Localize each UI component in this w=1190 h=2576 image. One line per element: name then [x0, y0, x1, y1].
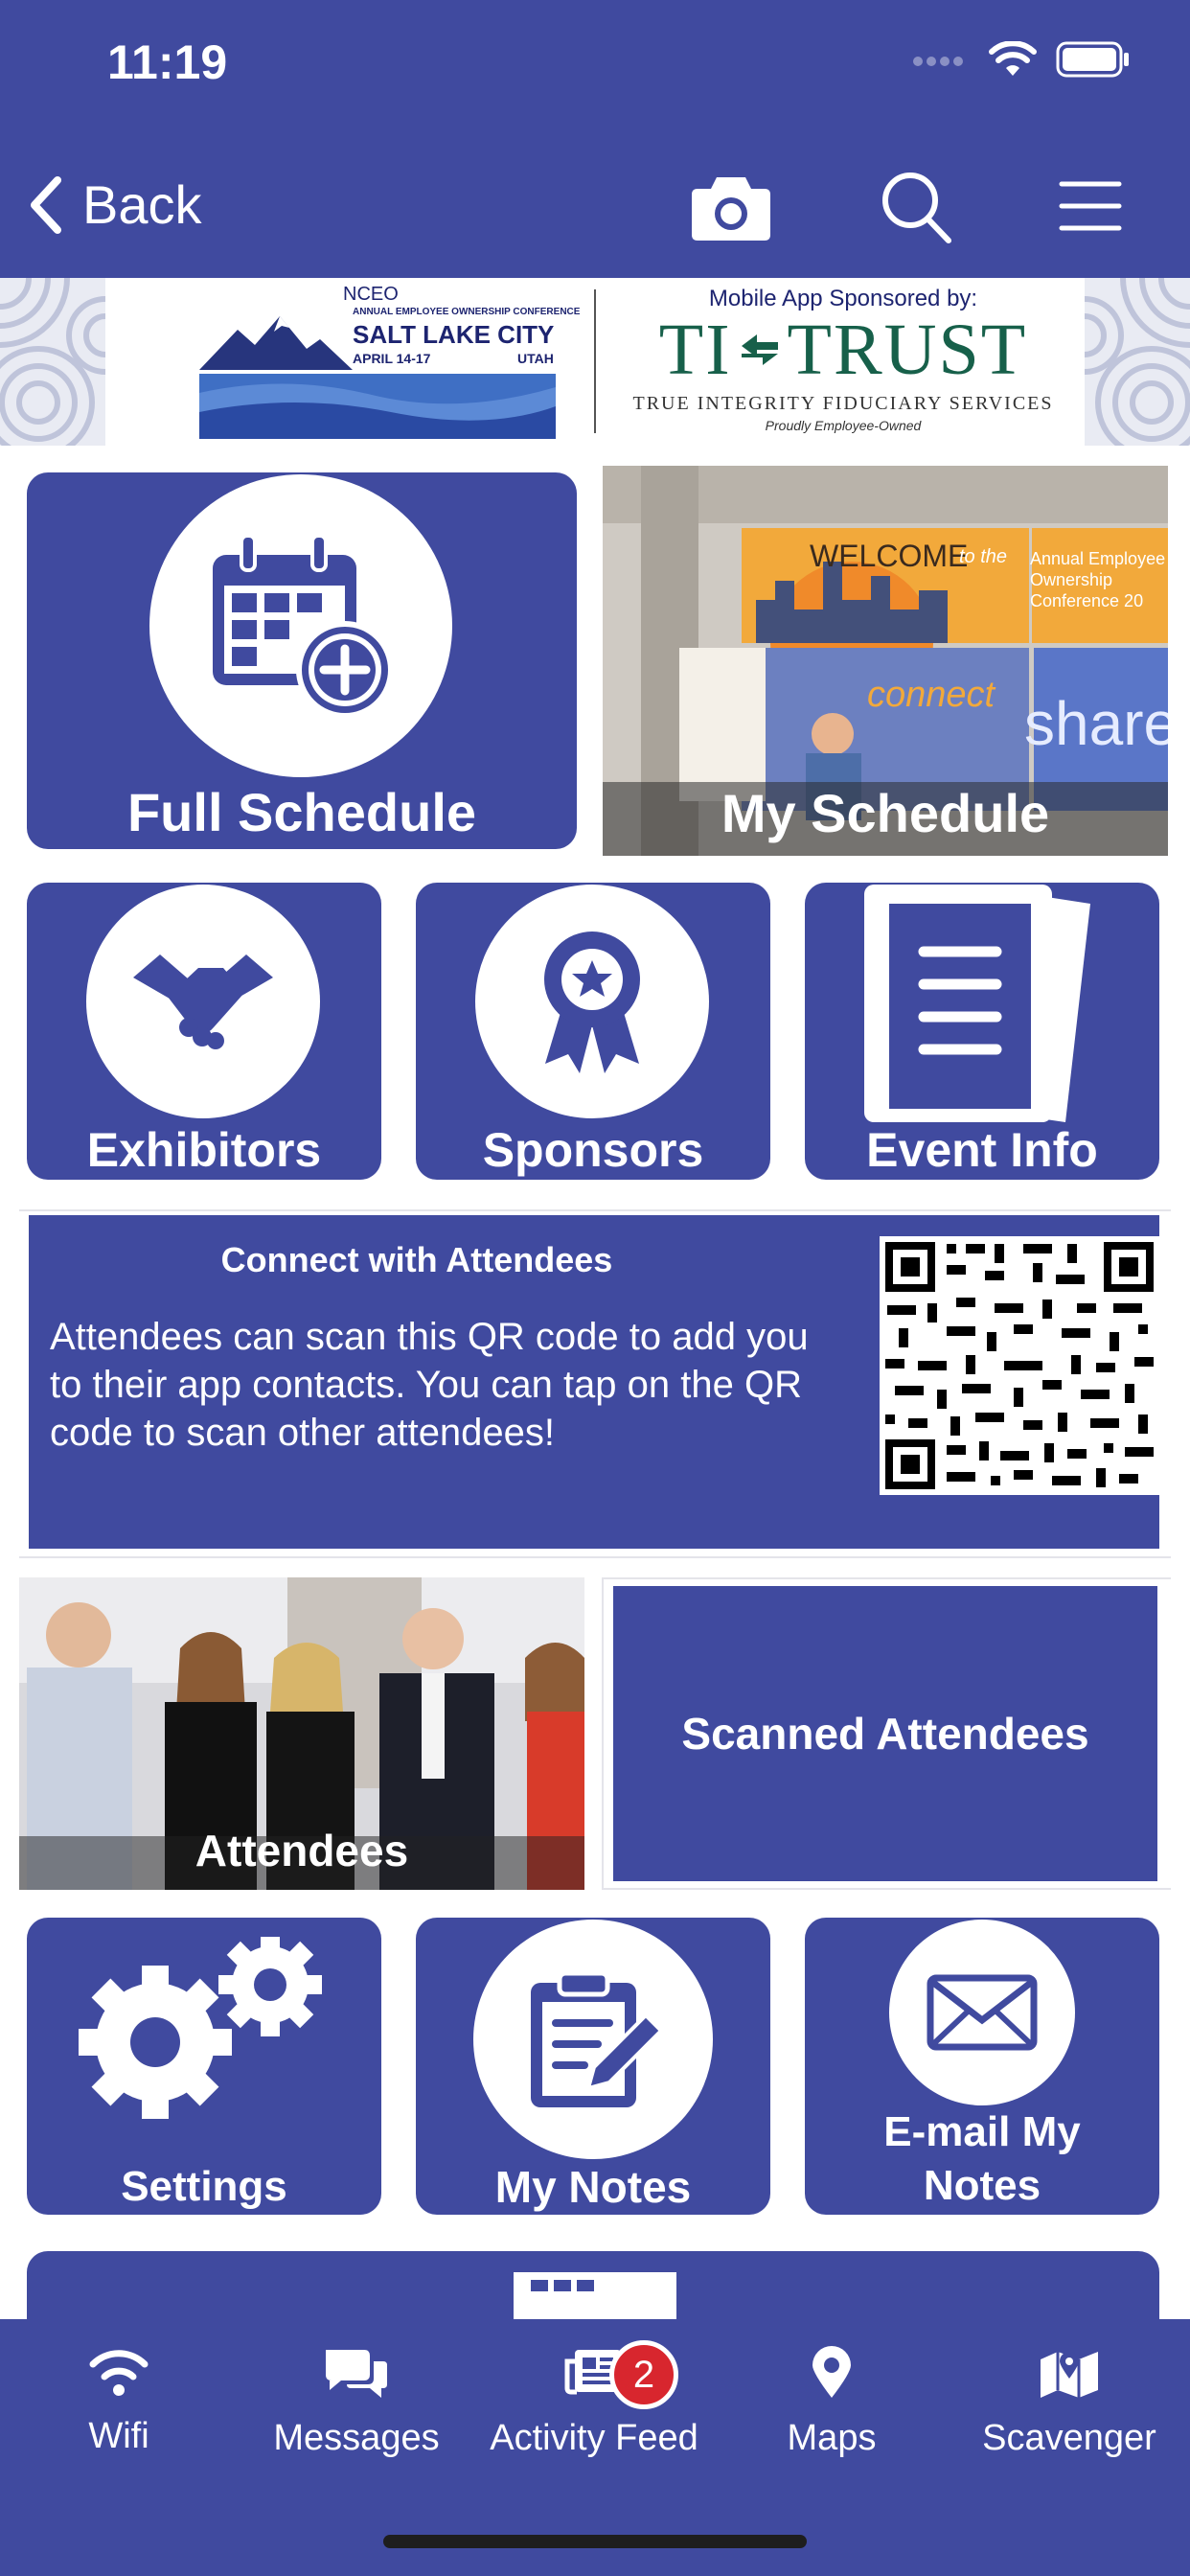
qr-panel-title: Connect with Attendees: [220, 1240, 613, 1279]
sponsor-subline: Proudly Employee-Owned: [765, 418, 922, 433]
banner-content: NCEO ANNUAL EMPLOYEE OWNERSHIP CONFERENC…: [105, 278, 1085, 446]
my-schedule-tile[interactable]: WELCOME to the Annual Employee Ownership…: [603, 466, 1168, 856]
waves-graphic: [199, 374, 556, 439]
event-info-label: Event Info: [866, 1123, 1098, 1177]
documents-icon: [864, 885, 1090, 1122]
sign-right: Annual Employee Ownership Conference 20: [1030, 549, 1166, 610]
chevron-left-icon: [31, 175, 61, 234]
banner-divider: [594, 289, 596, 433]
my-schedule-label: My Schedule: [721, 783, 1050, 843]
camera-icon[interactable]: [690, 168, 772, 244]
tab-wifi[interactable]: Wifi: [0, 2346, 238, 2457]
map-pin-icon: [812, 2346, 851, 2398]
state-label: UTAH: [517, 351, 554, 366]
back-button[interactable]: Back: [27, 173, 202, 236]
qr-code-graphic: [885, 1242, 1154, 1489]
sponsor-name-left: TI: [658, 309, 732, 390]
scanned-attendees-tile[interactable]: Scanned Attendees: [613, 1586, 1157, 1881]
search-icon[interactable]: [880, 168, 954, 244]
battery-icon: [1056, 41, 1129, 78]
my-notes-tile[interactable]: My Notes: [416, 1918, 770, 2215]
tab-messages[interactable]: Messages: [238, 2346, 475, 2459]
tab-activity-feed-label: Activity Feed: [490, 2418, 698, 2458]
nceo-label: NCEO: [343, 284, 399, 305]
tab-activity-feed[interactable]: 2 Activity Feed: [475, 2340, 713, 2459]
email-notes-label: E-mail My Notes: [883, 2108, 1081, 2209]
email-notes-circle: [889, 1920, 1075, 2105]
status-time: 11:19: [107, 35, 228, 89]
share-sign: share: [1024, 689, 1168, 758]
status-icons: [912, 40, 1133, 79]
messages-icon: [326, 2350, 387, 2398]
attendees-label: Attendees: [195, 1826, 409, 1875]
gears-icon: [79, 1937, 322, 2119]
sponsor-name-right: TRUST: [787, 309, 1028, 390]
back-label: Back: [82, 174, 202, 235]
full-schedule-label: Full Schedule: [126, 782, 477, 842]
sponsor-banner[interactable]: NCEO ANNUAL EMPLOYEE OWNERSHIP CONFERENC…: [0, 278, 1190, 446]
qr-code[interactable]: [880, 1236, 1159, 1495]
exhibitors-circle: [86, 885, 320, 1118]
my-notes-label: My Notes: [494, 2162, 692, 2212]
handshake-icon: [133, 954, 273, 1049]
notes-pencil-icon: [531, 1970, 664, 2107]
welcome-sign: WELCOME: [810, 539, 969, 573]
connect-sign: connect: [867, 675, 995, 715]
exhibitors-label: Exhibitors: [86, 1123, 322, 1177]
settings-tile[interactable]: Settings: [27, 1918, 381, 2215]
full-schedule-circle: [149, 474, 452, 777]
envelope-icon: [927, 1974, 1038, 2051]
to-the-sign: to the: [959, 546, 1008, 567]
arrows-icon: [741, 334, 778, 365]
sponsor-tagline: TRUE INTEGRITY FIDUCIARY SERVICES: [632, 393, 1054, 414]
award-ribbon-icon: [544, 932, 640, 1073]
conference-line: ANNUAL EMPLOYEE OWNERSHIP CONFERENCE: [353, 307, 581, 317]
swirl-pattern-left: [0, 278, 105, 446]
sponsor-logo: TI TRUST: [623, 310, 1064, 390]
attendees-tile[interactable]: Attendees: [19, 1577, 584, 1890]
event-info-tile[interactable]: Event Info: [805, 883, 1159, 1180]
menu-icon[interactable]: [1059, 179, 1122, 233]
status-bar: 11:19: [0, 0, 1190, 139]
wifi-icon: [89, 2350, 149, 2396]
conference-logo: NCEO ANNUAL EMPLOYEE OWNERSHIP CONFERENC…: [199, 282, 580, 441]
section-divider-2: [19, 1556, 1171, 1558]
wifi-status-icon: [989, 41, 1037, 76]
tab-wifi-label: Wifi: [88, 2416, 149, 2456]
tab-scavenger[interactable]: Scavenger: [950, 2346, 1188, 2459]
city-label: SALT LAKE CITY: [353, 320, 555, 349]
connect-attendees-panel: Connect with Attendees Attendees can sca…: [29, 1215, 1159, 1549]
sponsors-label: Sponsors: [482, 1123, 704, 1177]
sponsors-circle: [475, 885, 709, 1118]
sponsors-tile[interactable]: Sponsors: [416, 883, 770, 1180]
tab-maps[interactable]: Maps: [713, 2346, 950, 2459]
tab-messages-label: Messages: [273, 2418, 440, 2458]
exhibitors-tile[interactable]: Exhibitors: [27, 883, 381, 1180]
settings-label: Settings: [121, 2163, 287, 2210]
signal-icon: [913, 57, 963, 66]
qr-panel-body: Attendees can scan this QR code to add y…: [50, 1316, 809, 1454]
home-indicator: [383, 2535, 807, 2548]
activity-badge: 2: [609, 2340, 678, 2409]
tab-scavenger-label: Scavenger: [982, 2418, 1156, 2458]
my-notes-circle: [473, 1920, 713, 2159]
section-divider: [19, 1209, 1171, 1211]
full-schedule-tile[interactable]: Full Schedule: [27, 472, 577, 849]
nav-bar: Back: [0, 139, 1190, 278]
email-notes-tile[interactable]: E-mail My Notes: [805, 1918, 1159, 2215]
scanned-attendees-label: Scanned Attendees: [681, 1709, 1089, 1759]
swirl-pattern-right: [1085, 278, 1190, 446]
calendar-plus-icon: [213, 534, 394, 719]
mountains-icon: [199, 316, 353, 370]
dates-label: APRIL 14-17: [353, 351, 431, 366]
tab-maps-label: Maps: [787, 2418, 877, 2458]
map-icon: [1041, 2352, 1098, 2398]
